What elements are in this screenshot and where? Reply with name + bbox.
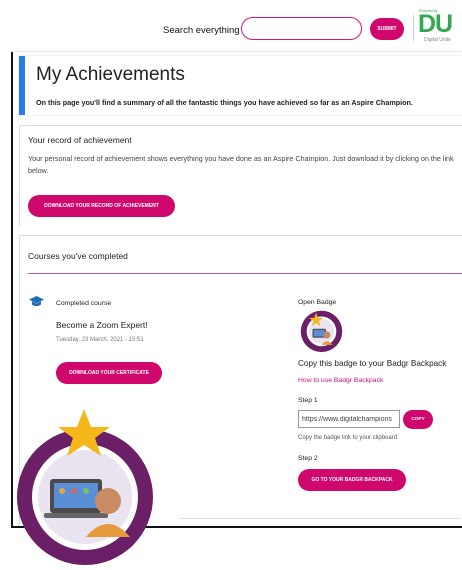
digital-unite-logo[interactable]: Powered by DU Digital Unite [418,9,462,45]
step-2-label: Step 2 [298,455,318,462]
courses-divider [28,273,462,274]
course-name: Become a Zoom Expert! [56,320,148,330]
title-panel: My Achievements On this page you'll find… [19,56,462,115]
submit-button[interactable]: SUBMIT [370,18,404,40]
go-to-badgr-button[interactable]: GO TO YOUR BADGR BACKPACK [298,469,406,491]
record-panel: Your record of achievement Your personal… [19,125,462,227]
top-bar: Search everything SUBMIT Powered by DU D… [11,0,462,52]
clipboard-hint: Copy the badge link to your clipboard [298,435,398,441]
graduation-cap-icon [29,296,44,307]
open-badge-label: Open Badge [298,299,337,306]
course-date: Tuesday, 23 March, 2021 - 15:51 [56,337,144,343]
how-to-badgr-link[interactable]: How to use Badgr Backpack [298,377,383,384]
record-title: Your record of achievement [28,135,132,145]
bottom-divider [180,518,460,519]
copy-button[interactable]: COPY [403,410,433,429]
open-badge-icon [300,310,343,353]
header-divider [413,15,414,41]
download-certificate-button[interactable]: DOWNLOAD YOUR CERTIFICATE [56,362,162,384]
logo-mark: DU [418,10,453,38]
badge-url-input[interactable] [298,410,400,428]
record-description: Your personal record of achievement show… [28,154,454,175]
search-label: Search everything [163,25,240,36]
page-intro: On this page you'll find a summary of al… [36,98,413,107]
page-title: My Achievements [36,64,185,85]
badge-large-icon [17,409,153,565]
copy-badge-title: Copy this badge to your Badgr Backpack [298,359,447,368]
courses-title: Courses you've completed [28,251,128,261]
search-input[interactable] [241,17,362,40]
download-record-button[interactable]: DOWNLOAD YOUR RECORD OF ACHIEVEMENT [28,195,175,217]
title-accent-bar [19,56,25,115]
logo-caption: Digital Unite [424,37,451,43]
completed-course-label: Completed course [56,300,112,307]
step-1-label: Step 1 [298,397,318,404]
